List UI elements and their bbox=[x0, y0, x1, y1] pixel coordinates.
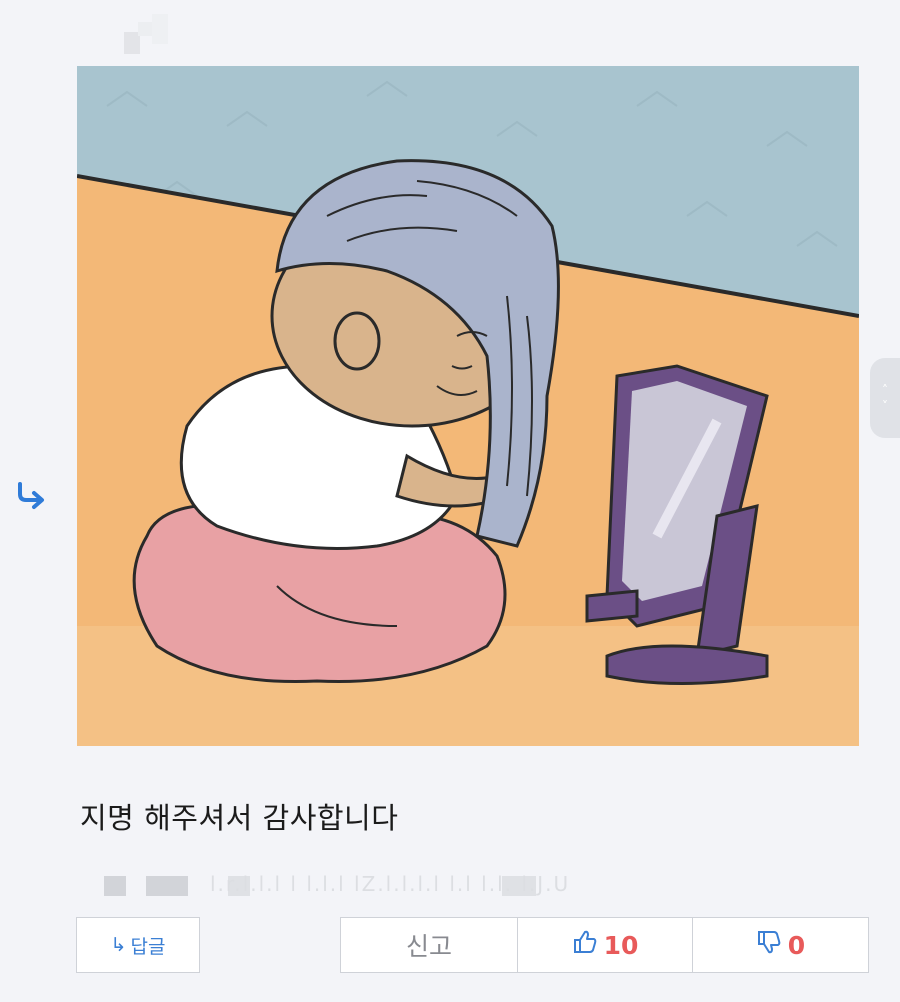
thumbs-down-icon bbox=[756, 929, 782, 961]
reply-button[interactable]: ↳ 답글 bbox=[76, 917, 200, 973]
comment-text: 지명 해주셔서 감사합니다 bbox=[80, 801, 399, 835]
comment-page: ˄ ˅ 지명 해주셔서 감사합니다 l.r.l.l.l l l.l.l lZ.l… bbox=[0, 0, 900, 1002]
reply-arrow-icon bbox=[14, 480, 48, 510]
comment-meta-text: l.r.l.l.l l l.l.l lZ.l.l.l.l l.l l.l. l.… bbox=[210, 872, 571, 896]
like-count: 10 bbox=[603, 930, 639, 960]
dislike-button[interactable]: 0 bbox=[692, 917, 869, 973]
chevron-down-icon[interactable]: ˅ bbox=[882, 398, 888, 414]
report-button[interactable]: 신고 bbox=[340, 917, 518, 973]
like-button[interactable]: 10 bbox=[517, 917, 693, 973]
thumbs-up-icon bbox=[572, 929, 598, 961]
comment-image bbox=[77, 66, 859, 746]
report-button-label: 신고 bbox=[405, 932, 452, 961]
comment-meta: l.r.l.l.l l l.l.l lZ.l.l.l.l l.l l.l. l.… bbox=[100, 870, 640, 898]
reply-button-label: 답글 bbox=[130, 935, 166, 958]
reply-icon: ↳ bbox=[110, 934, 127, 956]
chevron-up-icon[interactable]: ˄ bbox=[882, 382, 888, 398]
dislike-count: 0 bbox=[787, 930, 806, 960]
blurred-avatar bbox=[124, 14, 170, 54]
scroll-handle[interactable]: ˄ ˅ bbox=[870, 358, 900, 438]
